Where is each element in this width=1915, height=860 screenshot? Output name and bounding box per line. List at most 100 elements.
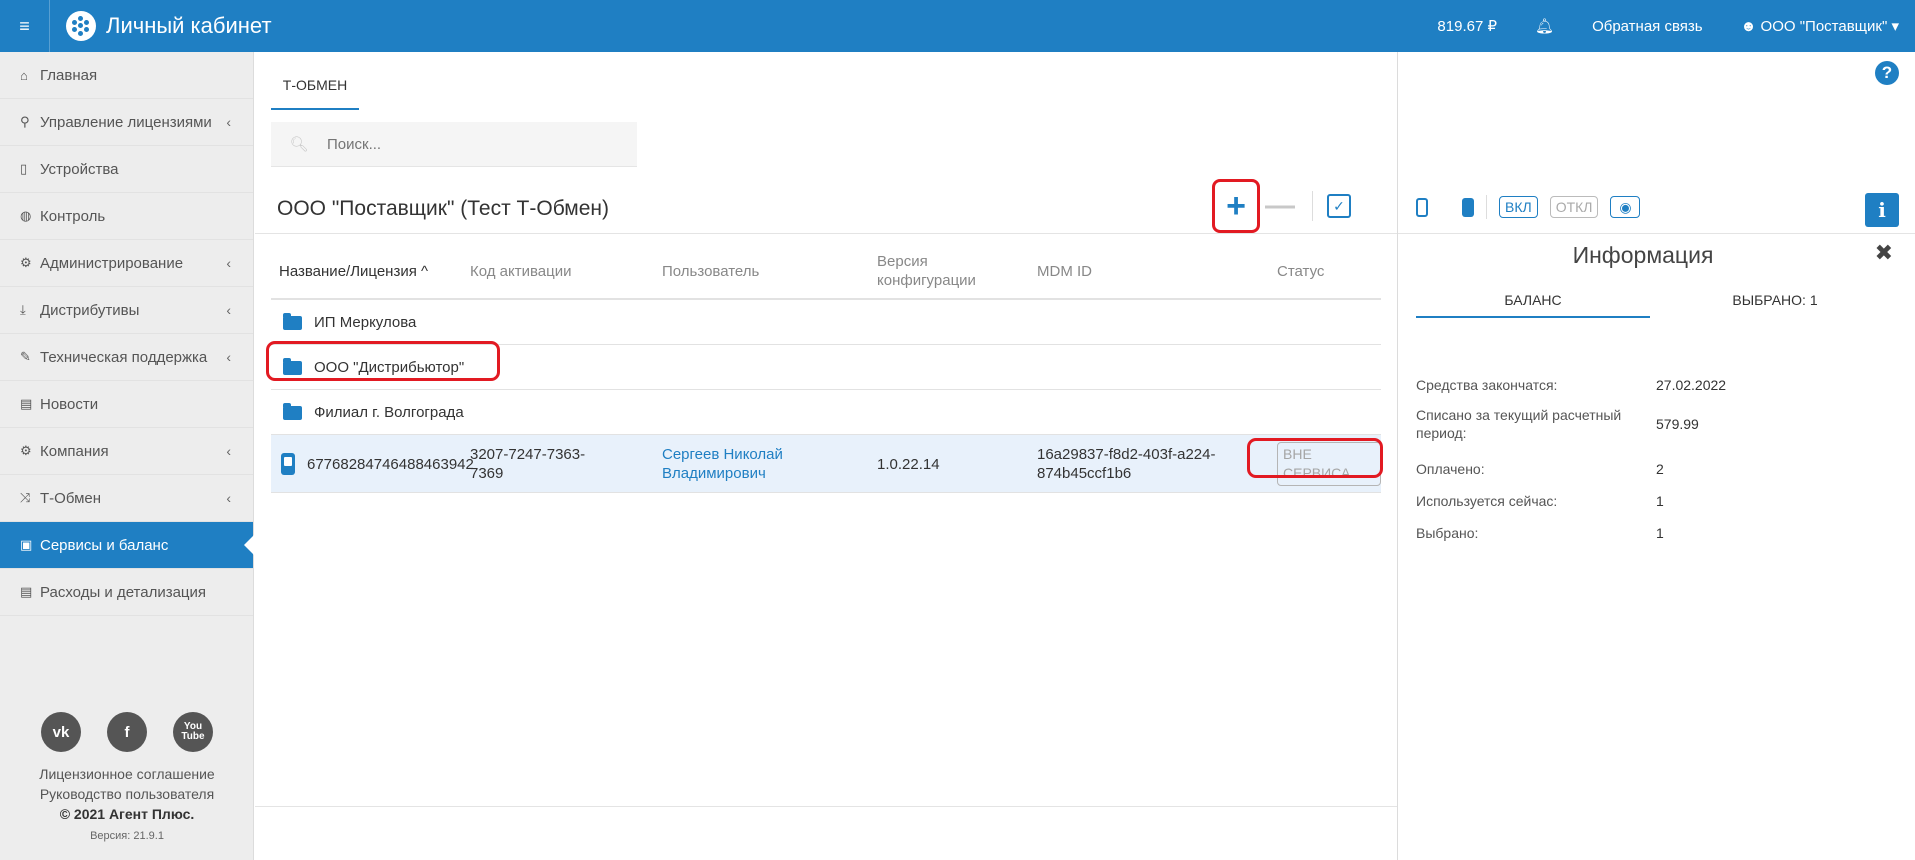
tab-balance[interactable]: БАЛАНС xyxy=(1416,278,1650,318)
balance-indicator[interactable]: 819.67 ₽ xyxy=(1437,17,1497,35)
user-menu[interactable]: ☻ ООО "Поставщик" ▾ xyxy=(1741,17,1899,35)
sidebar-item-label: Устройства xyxy=(40,160,119,178)
sidebar-item[interactable]: ▣ Сервисы и баланс xyxy=(0,522,254,569)
sidebar-item[interactable]: ⚙ Администрирование ‹ xyxy=(0,240,253,287)
balance-label: Средства закончатся: xyxy=(1416,377,1558,393)
sidebar-item-label: Сервисы и баланс xyxy=(40,536,169,554)
user-guide-link[interactable]: Руководство пользователя xyxy=(0,784,254,804)
social-links: vk f You Tube xyxy=(0,712,254,752)
bell-icon[interactable]: 🔔︎ xyxy=(1535,17,1554,35)
sidebar-item[interactable]: ✎ Техническая поддержка ‹ xyxy=(0,334,253,381)
chevron-left-icon: ‹ xyxy=(226,255,231,271)
sidebar-item-label: Расходы и детализация xyxy=(40,583,207,601)
sidebar-item[interactable]: ◍ Контроль xyxy=(0,193,253,240)
chevron-left-icon: ‹ xyxy=(226,114,231,130)
sidebar-item[interactable]: ⚲ Управление лицензиями ‹ xyxy=(0,99,253,146)
sidebar-item[interactable]: ▤ Расходы и детализация xyxy=(0,569,253,616)
sidebar-item-label: Новости xyxy=(40,395,99,413)
search-input[interactable] xyxy=(327,135,617,153)
sidebar-item-label: Контроль xyxy=(40,207,106,225)
balance-value: 1 xyxy=(1656,493,1664,509)
help-icon[interactable]: ? xyxy=(1875,61,1899,85)
balance-label: Используется сейчас: xyxy=(1416,493,1558,509)
sidebar: ⌂ Главная ⚲ Управление лицензиями ‹ ▯ Устройст… xyxy=(0,52,254,860)
chevron-left-icon: ‹ xyxy=(226,490,231,506)
divider xyxy=(255,806,1397,807)
sidebar-item-label: Т-Обмен xyxy=(40,489,102,507)
wrench-icon: ✎ xyxy=(20,349,31,364)
activation-code: 3207-7247-7363-7369 xyxy=(470,446,586,482)
feedback-link[interactable]: Обратная связь xyxy=(1592,18,1703,35)
remove-button[interactable]: — xyxy=(1262,186,1298,226)
column-mdm[interactable]: MDM ID xyxy=(1037,242,1092,300)
sidebar-item[interactable]: ⤓ Дистрибутивы ‹ xyxy=(0,287,253,334)
sidebar-item-label: Техническая поддержка xyxy=(40,348,208,366)
search-icon: 🔍︎ xyxy=(289,136,309,153)
sidebar-item[interactable]: ⤨ Т-Обмен ‹ xyxy=(0,475,253,522)
logo-icon xyxy=(66,11,96,41)
chevron-left-icon: ‹ xyxy=(226,443,231,459)
balance-row: Средства закончатся: 27.02.2022 xyxy=(1416,371,1896,399)
balance-value: 27.02.2022 xyxy=(1656,377,1727,393)
download-icon: ⤓ xyxy=(20,302,26,317)
device-license: 67768284746488463942 xyxy=(307,455,474,473)
column-version[interactable]: Версия конфигурации xyxy=(877,242,987,300)
table-row-folder[interactable]: Филиал г. Волгограда xyxy=(271,390,1381,435)
toolbar-divider xyxy=(1486,195,1487,219)
add-button[interactable]: + xyxy=(1212,179,1260,233)
toolbar-divider xyxy=(1312,191,1313,221)
sidebar-nav: ⌂ Главная ⚲ Управление лицензиями ‹ ▯ Устройст… xyxy=(0,52,254,616)
mobile-icon: ▯ xyxy=(20,161,28,176)
sidebar-item[interactable]: ⌂ Главная xyxy=(0,52,253,99)
copyright: © 2021 Агент Плюс. xyxy=(59,806,195,822)
mdm-id: 16a29837-f8d2-403f-a224-874b45ccf1b6 xyxy=(1037,446,1216,482)
brand[interactable]: Личный кабинет xyxy=(66,11,272,41)
divider xyxy=(255,233,1397,234)
select-all-icon[interactable]: ✓ xyxy=(1327,194,1351,218)
app-title: Личный кабинет xyxy=(106,13,272,38)
money-icon: ▣ xyxy=(20,537,33,552)
phone-active-icon[interactable] xyxy=(1462,197,1474,217)
table-row-folder[interactable]: ИП Меркулова xyxy=(271,300,1381,345)
vk-icon[interactable]: vk xyxy=(41,712,81,752)
sidebar-item[interactable]: ▤ Новости xyxy=(0,381,253,428)
disable-button[interactable]: ОТКЛ xyxy=(1549,196,1599,218)
cogs-icon: ⚙ xyxy=(20,255,32,270)
search-box: 🔍︎ xyxy=(271,122,637,167)
sidebar-footer: Лицензионное соглашение Руководство поль… xyxy=(0,764,254,846)
panel-toolbar: ВКЛ ОТКЛ ◉ xyxy=(1416,194,1641,220)
balance-value: 1 xyxy=(1656,525,1664,541)
sidebar-item[interactable]: ⚙ Компания ‹ xyxy=(0,428,253,475)
column-status[interactable]: Статус xyxy=(1277,242,1324,300)
youtube-icon[interactable]: You Tube xyxy=(173,712,213,752)
user-icon: ☻ xyxy=(1740,18,1757,35)
folder-name: Филиал г. Волгограда xyxy=(314,404,464,421)
main-content: Т-ОБМЕН 🔍︎ ООО "Поставщик" (Тест Т-Обмен… xyxy=(255,52,1397,860)
close-icon[interactable]: ✖ xyxy=(1875,240,1893,266)
sidebar-item-label: Управление лицензиями xyxy=(40,113,212,131)
user-name: ООО "Поставщик" xyxy=(1760,18,1888,35)
tab-t-exchange[interactable]: Т-ОБМЕН xyxy=(271,70,359,110)
eye-icon[interactable]: ◉ xyxy=(1610,196,1641,218)
hamburger-menu-icon[interactable]: ≡ xyxy=(0,0,50,52)
info-icon[interactable]: i xyxy=(1865,193,1899,227)
license-agreement-link[interactable]: Лицензионное соглашение xyxy=(0,764,254,784)
device-user-link[interactable]: Сергеев Николай Владимирович xyxy=(662,435,812,493)
table-row-device[interactable]: 67768284746488463942 3207-7247-7363-7369… xyxy=(271,435,1381,493)
phone-icon[interactable] xyxy=(1416,197,1428,217)
column-user[interactable]: Пользователь xyxy=(662,242,759,300)
facebook-icon[interactable]: f xyxy=(107,712,147,752)
app-version: Версия: 21.9.1 xyxy=(90,830,164,842)
gear-icon: ⚙ xyxy=(20,443,32,458)
sidebar-item[interactable]: ▯ Устройства xyxy=(0,146,253,193)
list-icon: ▤ xyxy=(20,584,33,599)
balance-row: Используется сейчас: 1 xyxy=(1416,487,1896,515)
enable-button[interactable]: ВКЛ xyxy=(1499,196,1538,218)
column-code[interactable]: Код активации xyxy=(470,242,571,300)
tab-selected[interactable]: ВЫБРАНО: 1 xyxy=(1650,278,1900,318)
globe-icon: ◍ xyxy=(20,208,32,223)
panel-title: Информация xyxy=(1572,242,1714,268)
org-title: ООО "Поставщик" (Тест Т-Обмен) xyxy=(277,197,609,220)
top-bar: ≡ Личный кабинет 819.67 ₽ 🔔︎ Обратная св… xyxy=(0,0,1915,52)
column-name[interactable]: Название/Лицензия ^ xyxy=(279,242,428,300)
